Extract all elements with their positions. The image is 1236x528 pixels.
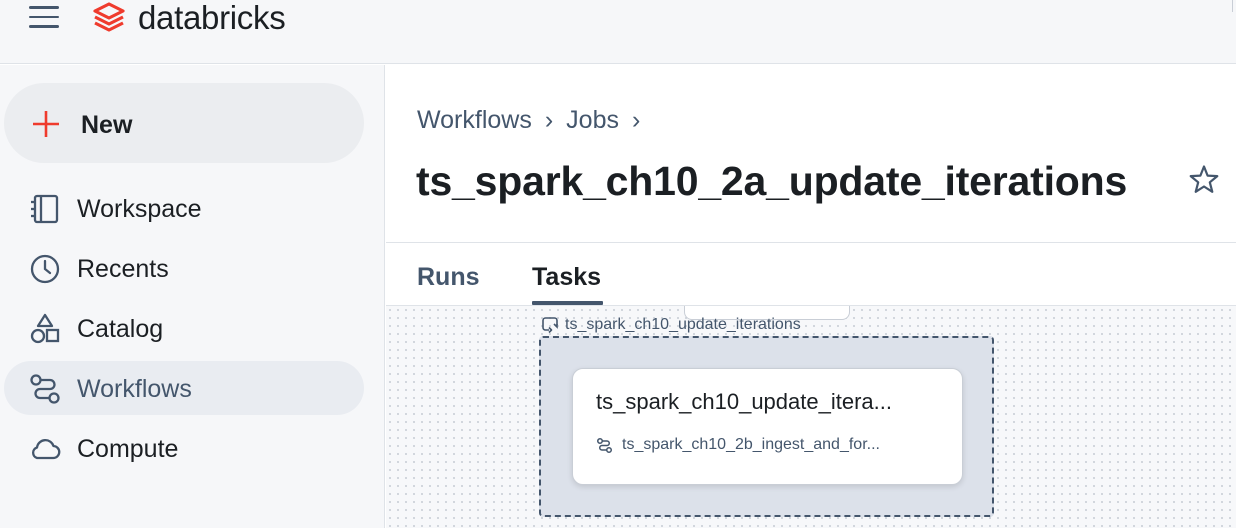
cloud-icon (32, 439, 61, 460)
new-button[interactable]: New (4, 83, 364, 163)
dag-canvas[interactable]: ts_spark_ch10_update_iterations ts_spark… (386, 306, 1236, 528)
breadcrumb-separator: › (544, 106, 554, 134)
breadcrumb: Workflows › Jobs › (417, 105, 653, 135)
sidebar-item-catalog[interactable]: Catalog (4, 301, 364, 355)
sidebar-item-compute[interactable]: Compute (4, 421, 364, 475)
header-divider (386, 242, 1236, 243)
topbar-edge-divider (1232, 0, 1236, 12)
sidebar: New Workspace Recents Catalog Workflows … (0, 65, 385, 528)
nested-task-title: ts_spark_ch10_update_itera... (596, 389, 892, 414)
for-each-loop-container: ts_spark_ch10_update_itera... ts_spark_c… (539, 336, 994, 517)
plus-icon (33, 111, 59, 137)
top-bar: databricks (0, 0, 1236, 64)
sidebar-item-workflows[interactable]: Workflows (4, 361, 364, 415)
nested-task-job-name: ts_spark_ch10_2b_ingest_and_for... (622, 436, 880, 453)
loop-task-label[interactable]: ts_spark_ch10_update_iterations (541, 315, 801, 335)
clock-icon (30, 254, 60, 284)
sidebar-item-label: Workflows (77, 375, 192, 403)
catalog-icon (30, 313, 60, 344)
sidebar-item-label: Catalog (77, 315, 164, 343)
databricks-logo[interactable]: databricks (92, 0, 286, 36)
nested-task-job-ref: ts_spark_ch10_2b_ingest_and_for... (596, 435, 880, 455)
nested-task-card[interactable]: ts_spark_ch10_update_itera... ts_spark_c… (572, 368, 963, 485)
tab-tasks[interactable]: Tasks (532, 262, 601, 292)
sidebar-item-recents[interactable]: Recents (4, 241, 364, 295)
breadcrumb-jobs[interactable]: Jobs (566, 106, 619, 134)
workflow-job-icon (597, 437, 612, 453)
sidebar-item-workspace[interactable]: Workspace (4, 181, 364, 235)
star-icon[interactable] (1187, 163, 1221, 197)
workflows-icon (30, 374, 60, 404)
loop-task-name: ts_spark_ch10_update_iterations (565, 316, 801, 333)
for-each-loop-icon (542, 317, 558, 334)
page-title: ts_spark_ch10_2a_update_iterations (416, 158, 1128, 204)
main-content: Workflows › Jobs › ts_spark_ch10_2a_update_… (386, 65, 1236, 528)
sidebar-item-label: Workspace (77, 195, 202, 223)
workspace-icon (31, 194, 59, 224)
databricks-logo-icon (93, 2, 125, 32)
sidebar-item-label: Recents (77, 255, 169, 283)
new-button-label: New (81, 111, 133, 139)
sidebar-item-label: Compute (77, 435, 179, 463)
breadcrumb-separator: › (631, 106, 641, 134)
brand-name: databricks (138, 0, 286, 36)
breadcrumb-workflows[interactable]: Workflows (417, 106, 532, 134)
hamburger-menu-icon[interactable] (29, 6, 59, 28)
tab-runs[interactable]: Runs (417, 262, 480, 292)
